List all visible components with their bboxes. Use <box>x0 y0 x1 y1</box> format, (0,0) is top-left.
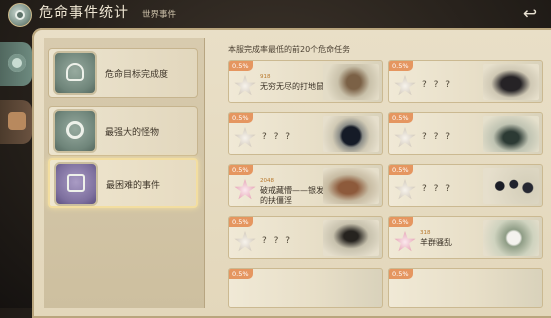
dark-orb-art <box>323 116 379 152</box>
rat-monster-art <box>323 64 379 100</box>
menu-item-goal-completion[interactable]: 危命目标完成度 <box>48 48 198 98</box>
category-menu: 危命目标完成度 最强大的怪物 最困难的事件 <box>44 38 205 308</box>
task-number: 2048 <box>260 178 274 184</box>
task-card[interactable]: 0.5% <box>228 268 383 308</box>
completion-rate-badge: 0.5% <box>229 217 253 227</box>
star-badge-icon <box>234 75 256 96</box>
task-name: 羊群骚乱 <box>420 238 452 247</box>
horned-skull-icon <box>53 109 97 153</box>
side-tab-events[interactable] <box>0 42 32 86</box>
tentacle-monster-art <box>483 116 539 152</box>
menu-item-label: 最强大的怪物 <box>105 128 160 138</box>
eye-orb-icon <box>8 54 26 72</box>
task-card[interactable]: 0.5% ? ? ? <box>228 216 383 259</box>
dark-spheres-art <box>483 168 539 204</box>
star-badge-icon <box>394 75 416 96</box>
task-name: ? ? ? <box>262 132 293 142</box>
top-bar: 危命事件统计 世界事件 ↩ <box>0 0 551 30</box>
task-name: ? ? ? <box>422 80 453 90</box>
side-tab-journal[interactable] <box>0 100 32 144</box>
task-name: ? ? ? <box>422 184 453 194</box>
menu-item-hardest-event[interactable]: 最困难的事件 <box>48 158 198 208</box>
star-badge-icon <box>394 179 416 200</box>
task-card[interactable]: 0.5% 318 羊群骚乱 <box>388 216 543 259</box>
task-name: 破戒藏懵——银发的扶僵淫 <box>260 186 324 205</box>
list-title: 本服完成率最低的前20个危命任务 <box>228 45 351 54</box>
beast-monster-art <box>323 168 379 204</box>
star-badge-icon <box>394 231 416 252</box>
completion-rate-badge: 0.5% <box>389 217 413 227</box>
completion-rate-badge: 0.5% <box>229 61 253 71</box>
task-number: 918 <box>260 74 271 80</box>
menu-item-label: 最困难的事件 <box>106 181 161 191</box>
event-logo-icon <box>8 3 32 27</box>
task-name: 无穷无尽的打地鼠 <box>260 82 324 91</box>
task-card[interactable]: 0.5% 2048 破戒藏懵——银发的扶僵淫 <box>228 164 383 207</box>
return-arrow-icon[interactable]: ↩ <box>519 3 541 25</box>
task-card[interactable]: 0.5% ? ? ? <box>388 164 543 207</box>
task-card[interactable]: 0.5% ? ? ? <box>388 112 543 155</box>
star-badge-icon <box>234 127 256 148</box>
spider-monster-art <box>323 220 379 256</box>
wolf-monster-art <box>483 64 539 100</box>
completion-rate-badge: 0.5% <box>229 113 253 123</box>
page-title: 危命事件统计 <box>39 5 129 21</box>
task-card[interactable]: 0.5% ? ? ? <box>228 112 383 155</box>
target-crest-icon <box>53 51 97 95</box>
book-icon <box>8 112 26 130</box>
completion-rate-badge: 0.5% <box>389 165 413 175</box>
completion-rate-badge: 0.5% <box>389 61 413 71</box>
completion-rate-badge: 0.5% <box>389 269 413 279</box>
sheep-monster-art <box>483 220 539 256</box>
completion-rate-badge: 0.5% <box>229 165 253 175</box>
completion-rate-badge: 0.5% <box>389 113 413 123</box>
completion-rate-badge: 0.5% <box>229 269 253 279</box>
task-card[interactable]: 0.5% <box>388 268 543 308</box>
star-badge-icon <box>234 179 256 200</box>
open-book-icon <box>54 162 98 206</box>
task-card[interactable]: 0.5% 918 无穷无尽的打地鼠 <box>228 60 383 103</box>
star-badge-icon <box>234 231 256 252</box>
task-name: ? ? ? <box>262 236 293 246</box>
task-card[interactable]: 0.5% ? ? ? <box>388 60 543 103</box>
menu-item-strongest-monster[interactable]: 最强大的怪物 <box>48 106 198 156</box>
menu-item-label: 危命目标完成度 <box>105 70 169 80</box>
star-badge-icon <box>394 127 416 148</box>
task-number: 318 <box>420 230 431 236</box>
task-name: ? ? ? <box>422 132 453 142</box>
page-subtitle: 世界事件 <box>142 10 177 20</box>
